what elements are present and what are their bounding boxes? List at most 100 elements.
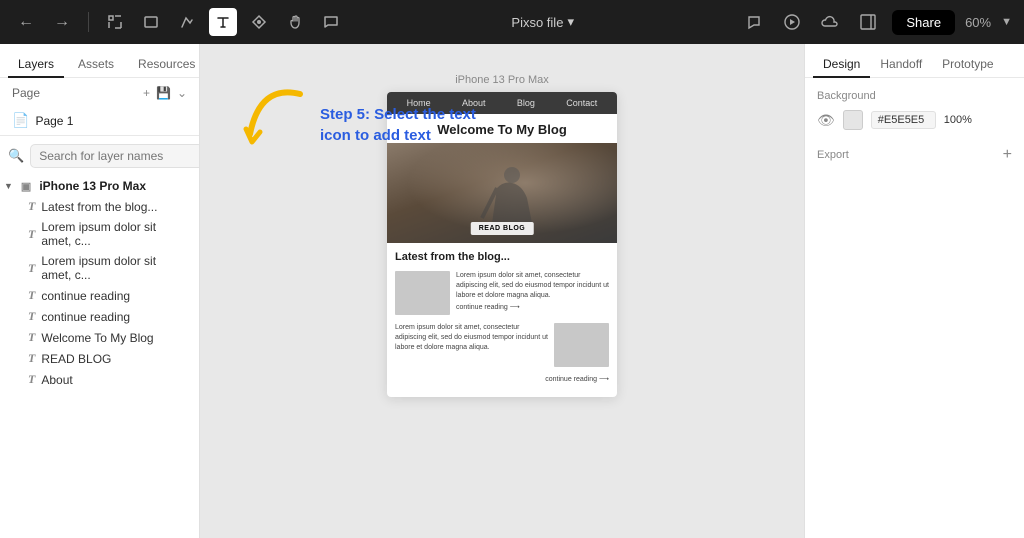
color-swatch[interactable] [843, 110, 863, 130]
vector-tool[interactable] [173, 8, 201, 36]
hex-value[interactable]: #E5E5E5 [871, 111, 936, 129]
blog-post-2: Lorem ipsum dolor sit amet, consectetur … [395, 323, 609, 367]
blog-post-1-content: Lorem ipsum dolor sit amet, consectetur … [456, 271, 609, 311]
annotation-text: Step 5: Select the text icon to add text [320, 104, 480, 146]
layer-tree: ▼ ▣ iPhone 13 Pro Max T Latest from the … [0, 172, 199, 538]
blog-post-1: Lorem ipsum dolor sit amet, consectetur … [395, 271, 609, 315]
text-layer-icon: T [28, 330, 35, 345]
list-item[interactable]: T continue reading [0, 285, 199, 306]
tab-assets[interactable]: Assets [68, 52, 124, 78]
text-layer-icon: T [28, 351, 35, 366]
blog-post-2-image [554, 323, 609, 367]
nav-blog[interactable]: Blog [517, 98, 535, 108]
blog-post-1-continue[interactable]: continue reading ⟶ [456, 303, 609, 311]
read-blog-button[interactable]: READ BLOG [471, 222, 534, 235]
text-layer-icon: T [28, 288, 35, 303]
cloud-icon[interactable] [816, 8, 844, 36]
add-export-icon[interactable]: + [1003, 146, 1012, 164]
page-icon: 📄 [12, 112, 29, 129]
text-layer-icon: T [28, 309, 35, 324]
layer-label-8: About [41, 373, 72, 387]
zoom-level[interactable]: 60% [965, 15, 991, 30]
present-icon[interactable] [740, 8, 768, 36]
hero-image: READ BLOG [387, 143, 617, 243]
toolbar-right: Share 60% ▼ [740, 8, 1012, 36]
toolbar-separator-1 [88, 12, 89, 32]
layer-label-4: continue reading [41, 289, 130, 303]
back-button[interactable]: ← [12, 8, 40, 36]
hand-tool[interactable] [281, 8, 309, 36]
toolbar-center: Pixso file ▾ [353, 14, 732, 30]
layer-label-2: Lorem ipsum dolor sit amet, c... [41, 220, 187, 248]
text-layer-icon: T [28, 199, 35, 214]
sidebar-divider [0, 135, 199, 136]
list-item[interactable]: T Lorem ipsum dolor sit amet, c... [0, 217, 199, 251]
right-panel: Design Handoff Prototype Background 👁 #E… [804, 44, 1024, 538]
pen-tool[interactable] [245, 8, 273, 36]
list-item[interactable]: T READ BLOG [0, 348, 199, 369]
zoom-dropdown[interactable]: ▼ [1001, 16, 1012, 28]
file-name-arrow: ▾ [567, 14, 574, 30]
search-bar: 🔍 ☷ [0, 140, 199, 172]
play-icon[interactable] [778, 8, 806, 36]
main-layout: Layers Assets Resources Page + 💾 ⌄ 📄 Pag… [0, 44, 1024, 538]
tab-layers[interactable]: Layers [8, 52, 64, 78]
background-row: 👁 #E5E5E5 100% [817, 110, 1012, 130]
phone-label: iPhone 13 Pro Max [387, 74, 617, 86]
blog-post-2-content: Lorem ipsum dolor sit amet, consectetur … [395, 323, 548, 352]
layer-label-1: Latest from the blog... [41, 200, 157, 214]
blog-section: Latest from the blog... Lorem ipsum dolo… [387, 243, 617, 397]
search-icon: 🔍 [8, 148, 24, 164]
export-page-icon[interactable]: 💾 [156, 86, 171, 100]
rectangle-tool[interactable] [137, 8, 165, 36]
forward-button[interactable]: → [48, 8, 76, 36]
toolbar: ← → Pixso file ▾ [0, 0, 1024, 44]
layer-label-7: READ BLOG [41, 352, 111, 366]
expand-page-icon[interactable]: ⌄ [177, 86, 187, 100]
blog-post-1-text: Lorem ipsum dolor sit amet, consectetur … [456, 271, 609, 300]
list-item[interactable]: T continue reading [0, 306, 199, 327]
frame-tool[interactable] [101, 8, 129, 36]
page-label: Page [12, 86, 40, 100]
text-layer-icon: T [28, 261, 35, 276]
left-sidebar: Layers Assets Resources Page + 💾 ⌄ 📄 Pag… [0, 44, 200, 538]
text-layer-icon: T [28, 227, 35, 242]
layer-iphone-parent[interactable]: ▼ ▣ iPhone 13 Pro Max [0, 176, 199, 196]
share-button[interactable]: Share [892, 10, 955, 35]
layer-label-6: Welcome To My Blog [41, 331, 153, 345]
layer-label-5: continue reading [41, 310, 130, 324]
blog-post-2-text: Lorem ipsum dolor sit amet, consectetur … [395, 323, 548, 352]
tab-resources[interactable]: Resources [128, 52, 200, 78]
tab-handoff[interactable]: Handoff [870, 52, 932, 78]
page-section-header: Page + 💾 ⌄ [0, 78, 199, 108]
opacity-value: 100% [944, 114, 972, 126]
text-tool[interactable] [209, 8, 237, 36]
export-label: Export [817, 149, 849, 161]
blog-section-title: Latest from the blog... [395, 251, 609, 263]
list-item[interactable]: T Latest from the blog... [0, 196, 199, 217]
tab-prototype[interactable]: Prototype [932, 52, 1003, 78]
right-tabs: Design Handoff Prototype [805, 44, 1024, 78]
list-item[interactable]: T About [0, 369, 199, 390]
nav-contact[interactable]: Contact [566, 98, 597, 108]
panel-icon[interactable] [854, 8, 882, 36]
text-layer-icon: T [28, 372, 35, 387]
blog-post-2-continue[interactable]: continue reading ⟶ [395, 375, 609, 383]
sidebar-tabs: Layers Assets Resources [0, 44, 199, 78]
expand-icon: ▼ [4, 181, 13, 191]
list-item[interactable]: T Lorem ipsum dolor sit amet, c... [0, 251, 199, 285]
tab-design[interactable]: Design [813, 52, 870, 78]
visibility-icon[interactable]: 👁 [817, 112, 835, 129]
list-item[interactable]: T Welcome To My Blog [0, 327, 199, 348]
right-content: Background 👁 #E5E5E5 100% Export + [805, 78, 1024, 538]
page-1-label: Page 1 [35, 114, 73, 128]
canvas-area: Step 5: Select the text icon to add text… [200, 44, 804, 538]
page-1-row[interactable]: 📄 Page 1 [0, 108, 199, 135]
search-input[interactable] [30, 144, 200, 168]
layer-iphone-label: iPhone 13 Pro Max [39, 179, 146, 193]
background-label: Background [817, 90, 1012, 102]
export-row: Export + [817, 146, 1012, 164]
file-name[interactable]: Pixso file ▾ [511, 14, 574, 30]
add-page-icon[interactable]: + [143, 86, 150, 100]
comment-tool[interactable] [317, 8, 345, 36]
